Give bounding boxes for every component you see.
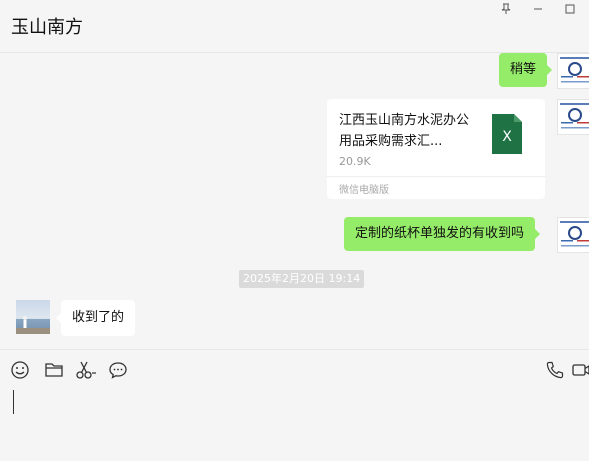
message-text: 稍等 [510,62,537,77]
file-card-divider [327,176,545,177]
video-call-button[interactable] [570,361,589,383]
pin-button[interactable] [492,0,520,18]
message-bubble-sent[interactable]: 定制的纸杯单独发的有收到吗 [344,217,541,251]
maximize-icon [564,0,576,19]
message-text: 定制的纸杯单独发的有收到吗 [355,226,525,241]
emoji-button[interactable] [9,361,31,383]
svg-text:X: X [502,129,512,145]
message-timestamp: 2025年2月20日 19:14 [239,270,365,288]
my-avatar[interactable] [557,217,589,253]
compose-area [0,349,589,461]
my-avatar[interactable] [557,53,589,89]
message-input[interactable] [8,388,580,456]
contact-avatar[interactable] [16,300,50,334]
minimize-icon [532,0,544,19]
text-caret [13,390,14,414]
message-bubble-received[interactable]: 收到了的 [55,300,136,336]
message-bubble-sent[interactable]: 稍等 [499,53,553,87]
chat-window: 玉山南方 稍等 江西玉山南方水泥办公用品采购需求汇... 20.9K X 微信电… [0,0,589,461]
maximize-button[interactable] [556,0,584,18]
screenshot-button[interactable] [75,361,97,383]
pin-icon [500,0,512,19]
title-bar: 玉山南方 [0,0,589,53]
video-icon [571,360,589,384]
message-text: 收到了的 [72,310,125,325]
scissors-icon [75,360,97,384]
file-name: 江西玉山南方水泥办公用品采购需求汇... [339,113,470,149]
my-avatar[interactable] [557,99,589,135]
excel-file-icon: X [492,114,522,154]
file-source-label: 微信电脑版 [339,185,389,196]
file-size: 20.9K [339,155,371,168]
folder-icon [44,360,64,384]
file-message-card[interactable]: 江西玉山南方水泥办公用品采购需求汇... 20.9K X 微信电脑版 [327,99,545,199]
chat-bubble-icon [108,360,128,384]
chat-title: 玉山南方 [11,17,83,38]
emoji-icon [10,360,30,384]
phone-icon [545,360,565,384]
minimize-button[interactable] [524,0,552,18]
chat-history-button[interactable] [107,361,129,383]
voice-call-button[interactable] [544,361,566,383]
message-list[interactable]: 稍等 江西玉山南方水泥办公用品采购需求汇... 20.9K X 微信电脑版 定制… [0,53,589,349]
send-file-button[interactable] [43,361,65,383]
